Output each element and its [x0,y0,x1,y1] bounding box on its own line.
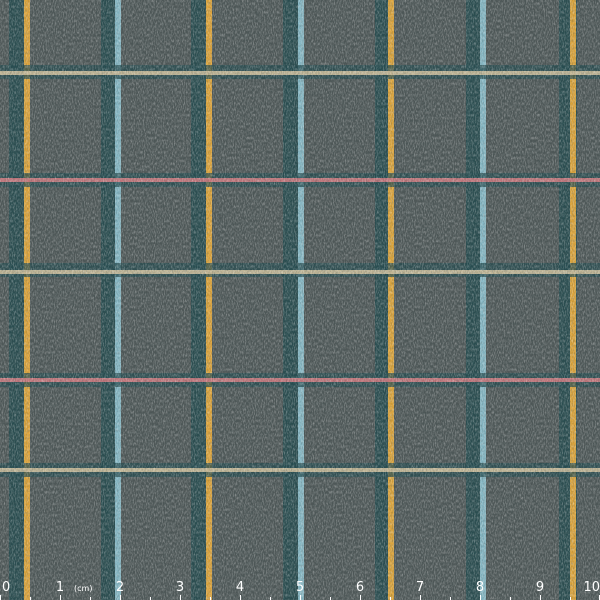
tweed-dark-texture [0,0,600,600]
plaid-fabric-swatch [0,0,600,600]
